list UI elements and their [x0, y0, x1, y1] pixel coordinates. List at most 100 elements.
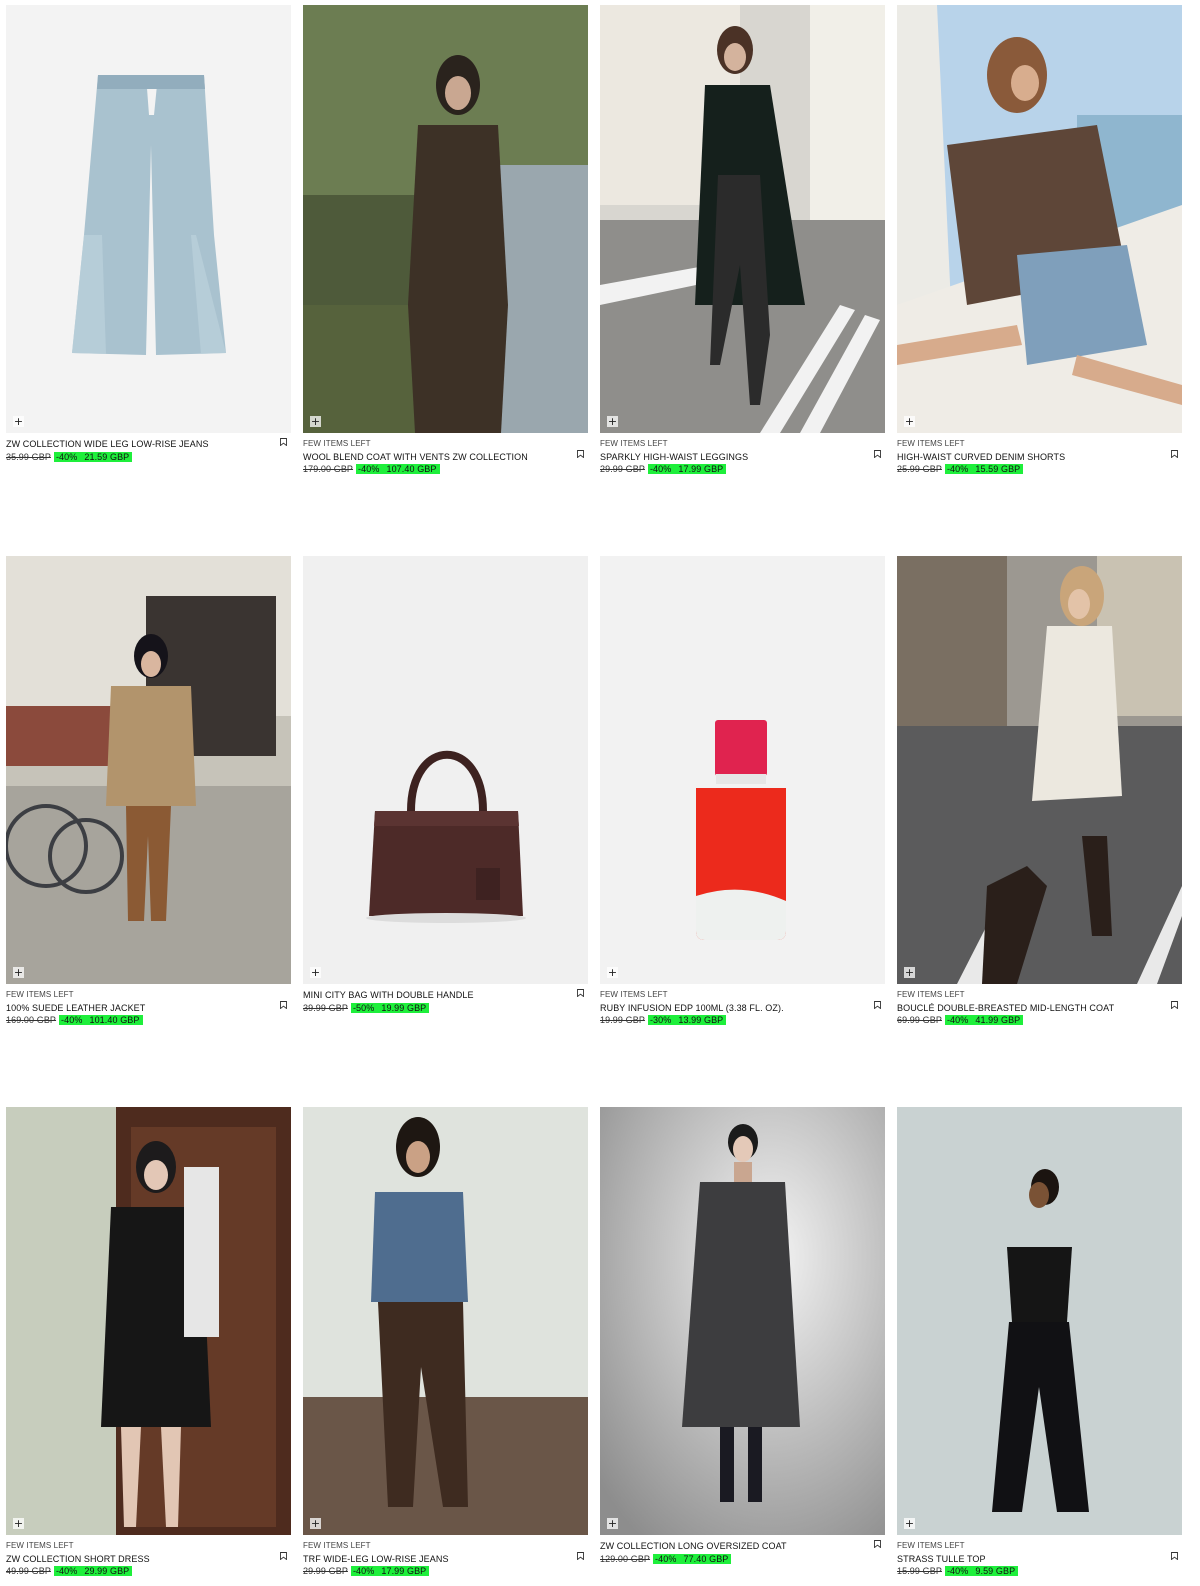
bookmark-icon[interactable] — [280, 1552, 287, 1560]
add-to-cart-button[interactable]: + — [13, 1518, 24, 1529]
add-to-cart-button[interactable]: + — [904, 416, 915, 427]
sale-price: 29.99 GBP — [82, 1566, 133, 1576]
add-to-cart-button[interactable]: + — [310, 1518, 321, 1529]
add-to-cart-button[interactable]: + — [607, 967, 618, 978]
price-row: 169.00 GBP -40% 101.40 GBP — [6, 1014, 291, 1027]
bookmark-icon[interactable] — [1171, 450, 1178, 458]
price-row: 129.00 GBP -40% 77.40 GBP — [600, 1553, 885, 1566]
discount-badge: -40% — [356, 464, 385, 474]
product-name[interactable]: MINI CITY BAG WITH DOUBLE HANDLE — [303, 989, 558, 1002]
discount-badge: -40% — [647, 464, 677, 474]
product-name[interactable]: BOUCLÉ DOUBLE-BREASTED MID-LENGTH COAT — [897, 1002, 1152, 1015]
original-price: 15.99 GBP — [897, 1566, 942, 1576]
product-image[interactable]: + — [6, 556, 291, 984]
product-image[interactable]: + — [897, 1107, 1182, 1535]
product-photo-jeans — [6, 5, 291, 433]
sale-price: 21.59 GBP — [82, 451, 133, 462]
product-name[interactable]: ZW COLLECTION WIDE LEG LOW-RISE JEANS — [6, 438, 261, 451]
product-photo-city-bag — [303, 556, 588, 984]
product-image[interactable]: + — [897, 5, 1182, 433]
product-photo-suede-jacket — [6, 556, 291, 984]
product-info: FEW ITEMS LEFT 100% SUEDE LEATHER JACKET… — [6, 984, 291, 1027]
availability-label: FEW ITEMS LEFT — [897, 439, 965, 448]
bookmark-icon[interactable] — [280, 438, 287, 446]
product-card[interactable]: + FEW ITEMS LEFT 100% SUEDE LEATHER JACK… — [6, 556, 291, 1027]
product-image[interactable]: + — [6, 5, 291, 433]
product-photo-short-dress — [6, 1107, 291, 1535]
sale-price: 13.99 GBP — [676, 1015, 727, 1025]
product-grid: + ZW COLLECTION WIDE LEG LOW-RISE JEANS … — [0, 0, 1200, 1586]
product-card[interactable]: + FEW ITEMS LEFT ZW COLLECTION SHORT DRE… — [6, 1107, 291, 1578]
product-name[interactable]: RUBY INFUSION EDP 100ML (3.38 FL. OZ). — [600, 1002, 855, 1015]
product-card[interactable]: + FEW ITEMS LEFT WOOL BLEND COAT WITH VE… — [303, 5, 588, 476]
product-card[interactable]: + ZW COLLECTION LONG OVERSIZED COAT 129.… — [600, 1107, 885, 1565]
product-image[interactable]: + — [600, 5, 885, 433]
add-to-cart-button[interactable]: + — [904, 967, 915, 978]
add-to-cart-button[interactable]: + — [310, 416, 321, 427]
availability-label: FEW ITEMS LEFT — [600, 990, 668, 999]
sale-price: 17.99 GBP — [676, 464, 727, 474]
price-row: 39.99 GBP -50% 19.99 GBP — [303, 1002, 588, 1015]
product-card[interactable]: + FEW ITEMS LEFT BOUCLÉ DOUBLE-BREASTED … — [897, 556, 1182, 1027]
availability-label: FEW ITEMS LEFT — [303, 439, 371, 448]
product-name[interactable]: ZW COLLECTION SHORT DRESS — [6, 1553, 261, 1566]
product-photo-oversized-coat — [600, 1107, 885, 1535]
add-to-cart-button[interactable]: + — [13, 416, 24, 427]
add-to-cart-button[interactable]: + — [13, 967, 24, 978]
product-image[interactable]: + — [600, 1107, 885, 1535]
product-photo-denim-shorts — [897, 5, 1182, 433]
product-card[interactable]: + ZW COLLECTION WIDE LEG LOW-RISE JEANS … — [6, 5, 291, 463]
bookmark-icon[interactable] — [577, 450, 584, 458]
discount-badge: -40% — [59, 1015, 88, 1025]
original-price: 169.00 GBP — [6, 1015, 57, 1025]
bookmark-icon[interactable] — [1171, 1001, 1178, 1009]
product-card[interactable]: + FEW ITEMS LEFT RUBY INFUSION EDP 100ML… — [600, 556, 885, 1027]
bookmark-icon[interactable] — [874, 1001, 881, 1009]
discount-badge: -40% — [944, 1015, 974, 1025]
product-card[interactable]: + FEW ITEMS LEFT STRASS TULLE TOP 15.99 … — [897, 1107, 1182, 1578]
bookmark-icon[interactable] — [874, 450, 881, 458]
price-row: 15.99 GBP -40% 9.59 GBP — [897, 1565, 1182, 1578]
discount-badge: -50% — [350, 1002, 380, 1013]
add-to-cart-button[interactable]: + — [607, 1518, 618, 1529]
add-to-cart-button[interactable]: + — [310, 967, 321, 978]
availability-label: FEW ITEMS LEFT — [303, 1541, 371, 1550]
bookmark-icon[interactable] — [280, 1001, 287, 1009]
product-name[interactable]: HIGH-WAIST CURVED DENIM SHORTS — [897, 451, 1152, 464]
bookmark-icon[interactable] — [577, 1552, 584, 1560]
sale-price: 9.59 GBP — [973, 1566, 1019, 1576]
bookmark-icon[interactable] — [577, 989, 584, 997]
availability-label: FEW ITEMS LEFT — [600, 439, 668, 448]
sale-price: 15.59 GBP — [973, 464, 1024, 474]
product-image[interactable]: + — [600, 556, 885, 984]
original-price: 129.00 GBP — [600, 1553, 651, 1564]
product-photo-wide-leg-jeans — [303, 1107, 588, 1535]
product-image[interactable]: + — [6, 1107, 291, 1535]
product-card[interactable]: + FEW ITEMS LEFT SPARKLY HIGH-WAIST LEGG… — [600, 5, 885, 476]
original-price: 35.99 GBP — [6, 451, 51, 462]
original-price: 29.99 GBP — [303, 1566, 348, 1576]
product-name[interactable]: SPARKLY HIGH-WAIST LEGGINGS — [600, 451, 855, 464]
price-row: 25.99 GBP -40% 15.59 GBP — [897, 463, 1182, 476]
product-image[interactable]: + — [303, 1107, 588, 1535]
product-photo-perfume — [600, 556, 885, 984]
bookmark-icon[interactable] — [874, 1540, 881, 1548]
product-image[interactable]: + — [303, 556, 588, 984]
product-name[interactable]: WOOL BLEND COAT WITH VENTS ZW COLLECTION — [303, 451, 558, 464]
product-card[interactable]: + FEW ITEMS LEFT HIGH-WAIST CURVED DENIM… — [897, 5, 1182, 476]
product-name[interactable]: STRASS TULLE TOP — [897, 1553, 1152, 1566]
original-price: 39.99 GBP — [303, 1002, 348, 1013]
bookmark-icon[interactable] — [1171, 1552, 1178, 1560]
original-price: 69.99 GBP — [897, 1015, 942, 1025]
availability-label: FEW ITEMS LEFT — [897, 1541, 965, 1550]
product-name[interactable]: TRF WIDE-LEG LOW-RISE JEANS — [303, 1553, 558, 1566]
product-card[interactable]: + FEW ITEMS LEFT TRF WIDE-LEG LOW-RISE J… — [303, 1107, 588, 1578]
add-to-cart-button[interactable]: + — [607, 416, 618, 427]
product-image[interactable]: + — [303, 5, 588, 433]
product-name[interactable]: 100% SUEDE LEATHER JACKET — [6, 1002, 261, 1015]
product-card[interactable]: + MINI CITY BAG WITH DOUBLE HANDLE 39.99… — [303, 556, 588, 1014]
discount-badge: -30% — [647, 1015, 677, 1025]
product-name[interactable]: ZW COLLECTION LONG OVERSIZED COAT — [600, 1540, 855, 1553]
product-image[interactable]: + — [897, 556, 1182, 984]
add-to-cart-button[interactable]: + — [904, 1518, 915, 1529]
